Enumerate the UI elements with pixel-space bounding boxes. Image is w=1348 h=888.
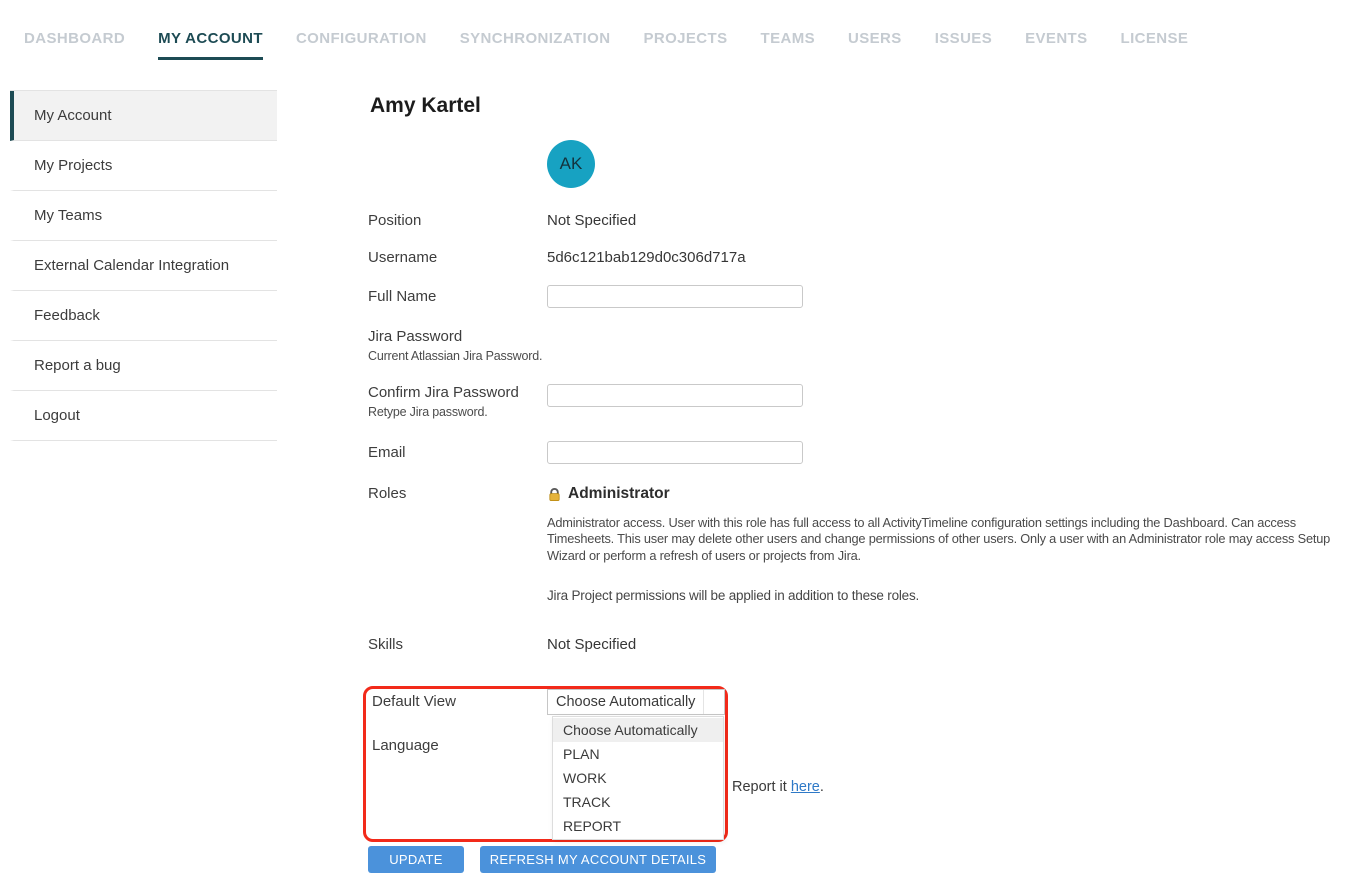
skills-label: Skills — [368, 636, 547, 653]
full-name-label: Full Name — [368, 285, 547, 308]
jira-password-hint: Current Atlassian Jira Password. — [368, 349, 547, 363]
jira-password-row: Jira Password Current Atlassian Jira Pas… — [368, 328, 1343, 363]
username-row: Username 5d6c121bab129d0c306d717a — [368, 249, 1343, 266]
nav-tab-dashboard[interactable]: DASHBOARD — [24, 30, 125, 60]
action-buttons: UPDATE REFRESH MY ACCOUNT DETAILS — [368, 846, 716, 873]
avatar-initials: AK — [560, 154, 583, 174]
nav-tab-my-account[interactable]: MY ACCOUNT — [158, 30, 263, 60]
nav-tab-events[interactable]: EVENTS — [1025, 30, 1087, 60]
role-name: Administrator — [568, 485, 670, 503]
select-arrow-area[interactable] — [703, 690, 724, 714]
refresh-account-details-button[interactable]: REFRESH MY ACCOUNT DETAILS — [480, 846, 716, 873]
account-details-panel: Amy Kartel AK Position Not Specified Use… — [368, 88, 1343, 888]
full-name-row: Full Name — [368, 285, 1343, 308]
page-title: Amy Kartel — [370, 94, 481, 118]
confirm-password-row: Confirm Jira Password Retype Jira passwo… — [368, 384, 1343, 419]
update-button[interactable]: UPDATE — [368, 846, 464, 873]
top-navigation: DASHBOARD MY ACCOUNT CONFIGURATION SYNCH… — [24, 30, 1188, 60]
sidebar: My Account My Projects My Teams External… — [10, 90, 277, 441]
nav-tab-issues[interactable]: ISSUES — [935, 30, 992, 60]
sidebar-item-logout[interactable]: Logout — [10, 391, 277, 441]
skills-value: Not Specified — [547, 636, 636, 653]
dropdown-option-work[interactable]: WORK — [553, 766, 723, 790]
roles-row: Roles Administrator Administrator access… — [368, 485, 1343, 603]
dropdown-option-track[interactable]: TRACK — [553, 790, 723, 814]
position-value: Not Specified — [547, 212, 636, 229]
position-row: Position Not Specified — [368, 212, 1343, 229]
role-heading: Administrator — [547, 485, 1340, 503]
default-view-select[interactable]: Choose Automatically — [547, 689, 725, 715]
jira-password-label: Jira Password — [368, 328, 547, 345]
confirm-password-input[interactable] — [547, 384, 803, 407]
full-name-input[interactable] — [547, 285, 803, 308]
skills-row: Skills Not Specified — [368, 636, 1343, 653]
email-row: Email — [368, 441, 1343, 464]
default-view-selected-value: Choose Automatically — [548, 694, 703, 710]
role-note: Jira Project permissions will be applied… — [547, 588, 1340, 603]
dropdown-option-plan[interactable]: PLAN — [553, 742, 723, 766]
email-input[interactable] — [547, 441, 803, 464]
nav-tab-users[interactable]: USERS — [848, 30, 902, 60]
lock-icon — [547, 487, 562, 502]
avatar: AK — [547, 140, 595, 188]
nav-tab-projects[interactable]: PROJECTS — [643, 30, 727, 60]
position-label: Position — [368, 212, 547, 229]
confirm-password-hint: Retype Jira password. — [368, 405, 547, 419]
report-suffix: . — [820, 779, 824, 795]
nav-tab-teams[interactable]: TEAMS — [761, 30, 816, 60]
sidebar-item-feedback[interactable]: Feedback — [10, 291, 277, 341]
dropdown-option-choose-automatically[interactable]: Choose Automatically — [553, 718, 723, 742]
report-it-text: Report it here. — [732, 779, 824, 795]
username-value: 5d6c121bab129d0c306d717a — [547, 249, 746, 266]
sidebar-item-my-account[interactable]: My Account — [10, 91, 277, 141]
sidebar-item-external-calendar-integration[interactable]: External Calendar Integration — [10, 241, 277, 291]
report-here-link[interactable]: here — [791, 779, 820, 795]
default-view-label: Default View — [372, 693, 456, 710]
sidebar-item-my-teams[interactable]: My Teams — [10, 191, 277, 241]
report-prefix: Report it — [732, 779, 791, 795]
username-label: Username — [368, 249, 547, 266]
roles-content: Administrator Administrator access. User… — [547, 485, 1340, 603]
roles-label: Roles — [368, 485, 547, 603]
annotation-highlight-box: Default View Language Choose Automatical… — [363, 686, 728, 842]
role-description: Administrator access. User with this rol… — [547, 515, 1340, 564]
dropdown-option-report[interactable]: REPORT — [553, 814, 723, 838]
nav-tab-license[interactable]: LICENSE — [1121, 30, 1189, 60]
sidebar-item-my-projects[interactable]: My Projects — [10, 141, 277, 191]
confirm-password-label: Confirm Jira Password — [368, 384, 547, 401]
nav-tab-synchronization[interactable]: SYNCHRONIZATION — [460, 30, 611, 60]
language-label: Language — [372, 737, 439, 754]
nav-tab-configuration[interactable]: CONFIGURATION — [296, 30, 427, 60]
default-view-dropdown-list: Choose Automatically PLAN WORK TRACK REP… — [552, 716, 724, 840]
jira-password-label-group: Jira Password Current Atlassian Jira Pas… — [368, 328, 547, 363]
sidebar-item-report-a-bug[interactable]: Report a bug — [10, 341, 277, 391]
email-label: Email — [368, 441, 547, 464]
confirm-password-label-group: Confirm Jira Password Retype Jira passwo… — [368, 384, 547, 419]
